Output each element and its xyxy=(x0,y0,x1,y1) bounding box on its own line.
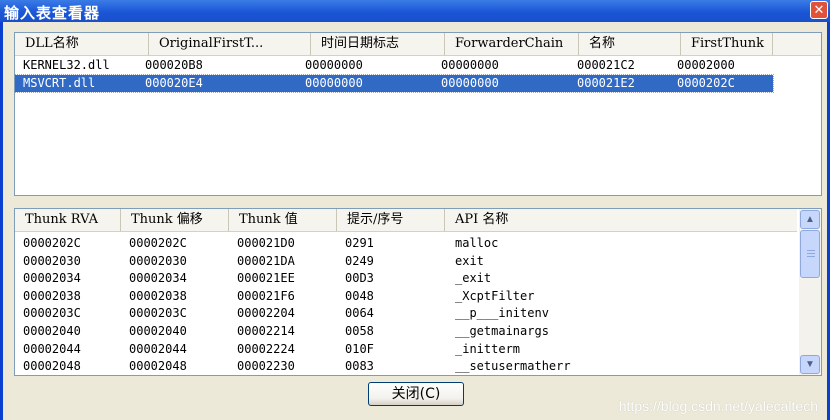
dll-table-cell: 0000202C xyxy=(677,76,735,90)
window-title: 输入表查看器 xyxy=(4,4,101,22)
dll-table-cell: 000020E4 xyxy=(145,76,203,90)
close-button-label: 关闭(C) xyxy=(391,386,441,402)
thunk-table-cell: 00002040 xyxy=(129,324,187,338)
dll-list-header: DLL名称 OriginalFirstT... 时间日期标志 Forwarder… xyxy=(15,33,821,56)
thunk-table-cell: 0064 xyxy=(345,306,374,321)
thunk-table-cell: 00002038 xyxy=(23,288,81,303)
thumb-grip-line xyxy=(807,253,815,254)
dll-table-row[interactable]: MSVCRT.dll 000020E4 00000000 00000000 000021… xyxy=(15,74,774,93)
thumb-grip-line xyxy=(807,256,815,257)
dll-table-cell: 00000000 xyxy=(305,58,363,72)
thunk-table-cell: 000021DA xyxy=(237,253,295,268)
thunk-table-cell: 00002038 xyxy=(129,288,187,303)
thunk-table-row[interactable]: 00002048 00002048 00002230 0083 __setusermat… xyxy=(15,358,797,375)
scrollbar-thumb[interactable] xyxy=(800,230,820,278)
dll-table-cell: 000021C2 xyxy=(577,58,635,72)
thunk-table-row[interactable]: 00002040 00002040 00002214 0058 __getmainarg… xyxy=(15,323,797,340)
thunk-table-cell: 00002030 xyxy=(23,253,81,268)
thunk-table-row[interactable]: 00002038 00002038 000021F6 0048 _XcptFilter xyxy=(15,288,797,305)
thunk-table-row[interactable]: 0000202C 0000202C 000021D0 0291 malloc xyxy=(15,235,797,252)
thunk-table-cell: 0000202C xyxy=(129,236,187,250)
thunk-table-cell: 0249 xyxy=(345,253,374,268)
thunk-table-cell: 00002204 xyxy=(237,306,295,321)
thunk-table-cell: 0048 xyxy=(345,288,374,303)
column-header-forwarder-chain[interactable]: ForwarderChain xyxy=(445,33,579,55)
dll-table-cell: MSVCRT.dll xyxy=(23,76,96,90)
column-header-api-name[interactable]: API 名称 xyxy=(445,209,797,231)
thunk-table-cell: 00D3 xyxy=(345,271,374,286)
thunk-table-cell: 00002048 xyxy=(129,359,187,374)
thunk-table-cell: 00002230 xyxy=(237,359,295,374)
thunk-list[interactable]: Thunk RVA Thunk 偏移 Thunk 值 提示/序号 API 名称 … xyxy=(14,208,822,376)
dll-list[interactable]: DLL名称 OriginalFirstT... 时间日期标志 Forwarder… xyxy=(14,32,822,196)
thunk-table-cell: _exit xyxy=(455,271,492,286)
thunk-table-cell: __getmainargs xyxy=(455,324,549,338)
thunk-table-cell: 00002034 xyxy=(23,271,81,286)
thunk-table-cell: 00002030 xyxy=(129,253,187,268)
dll-table-cell: 00000000 xyxy=(441,58,499,72)
dll-table-row[interactable]: KERNEL32.dll 000020B8 00000000 00000000 0000… xyxy=(15,57,773,74)
dll-table-cell: 00000000 xyxy=(305,76,363,90)
thunk-table-cell: 0000203C xyxy=(129,306,187,321)
thunk-table-cell: _XcptFilter xyxy=(455,288,535,303)
window-close-icon[interactable]: ✕ xyxy=(810,1,828,19)
window-frame-left xyxy=(0,22,3,420)
vertical-scrollbar[interactable]: ▲ ▼ xyxy=(799,209,821,375)
thumb-grip-line xyxy=(807,250,815,251)
column-header-timestamp[interactable]: 时间日期标志 xyxy=(311,33,445,55)
thunk-table-cell: 0291 xyxy=(345,236,374,250)
thunk-table-cell: 00002048 xyxy=(23,359,81,374)
thunk-table-row[interactable]: 0000203C 0000203C 00002204 0064 __p___initen… xyxy=(15,305,797,322)
thunk-table-cell: 000021D0 xyxy=(237,236,295,250)
column-header-thunk-rva[interactable]: Thunk RVA xyxy=(15,209,121,231)
thunk-table-row[interactable]: 00002034 00002034 000021EE 00D3 _exit xyxy=(15,270,797,287)
dll-table-cell: KERNEL32.dll xyxy=(23,58,110,72)
column-header-first-thunk[interactable]: FirstThunk xyxy=(681,33,773,55)
dll-table-cell: 00000000 xyxy=(441,76,499,90)
close-button[interactable]: 关闭(C) xyxy=(368,382,464,406)
column-header-thunk-value[interactable]: Thunk 值 xyxy=(229,209,337,231)
thunk-table-row[interactable]: 00002044 00002044 00002224 010F _initterm xyxy=(15,341,797,358)
thunk-table-cell: 00002214 xyxy=(237,324,295,338)
thunk-table-cell: 0083 xyxy=(345,359,374,374)
thunk-table-cell: malloc xyxy=(455,236,499,250)
dll-table-cell: 000021E2 xyxy=(577,76,635,90)
thunk-table-cell: 0058 xyxy=(345,324,374,338)
thunk-table-cell: 00002044 xyxy=(23,341,81,356)
thunk-table-cell: exit xyxy=(455,253,484,268)
thunk-table-cell: _initterm xyxy=(455,341,521,356)
scroll-up-icon[interactable]: ▲ xyxy=(800,210,820,229)
thunk-table-row[interactable]: 00002030 00002030 000021DA 0249 exit xyxy=(15,253,797,270)
thunk-table-cell: 0000202C xyxy=(23,236,81,250)
thunk-table-cell: __setusermatherr xyxy=(455,359,571,374)
dll-table-cell: 000020B8 xyxy=(145,58,203,72)
watermark-text: https://blog.csdn.net/yalecaltech xyxy=(618,398,818,414)
column-header-name[interactable]: 名称 xyxy=(579,33,681,55)
thunk-table-cell: 000021EE xyxy=(237,271,295,286)
thunk-list-header: Thunk RVA Thunk 偏移 Thunk 值 提示/序号 API 名称 xyxy=(15,209,797,232)
thunk-table-cell: __p___initenv xyxy=(455,306,549,321)
title-bar: 输入表查看器 ✕ xyxy=(0,0,830,22)
column-header-dll-name[interactable]: DLL名称 xyxy=(15,33,149,55)
thunk-table-cell: 00002044 xyxy=(129,341,187,356)
scroll-down-icon[interactable]: ▼ xyxy=(800,355,820,374)
thunk-table-cell: 00002224 xyxy=(237,341,295,356)
thunk-table-cell: 0000203C xyxy=(23,306,81,321)
thunk-table-cell: 00002040 xyxy=(23,324,81,338)
column-header-original-first-thunk[interactable]: OriginalFirstT... xyxy=(149,33,311,55)
thunk-table-cell: 00002034 xyxy=(129,271,187,286)
thunk-table-cell: 000021F6 xyxy=(237,288,295,303)
dll-table-cell: 00002000 xyxy=(677,58,735,72)
column-header-thunk-offset[interactable]: Thunk 偏移 xyxy=(121,209,229,231)
thunk-table-cell: 010F xyxy=(345,341,374,356)
column-header-hint-ordinal[interactable]: 提示/序号 xyxy=(337,209,445,231)
